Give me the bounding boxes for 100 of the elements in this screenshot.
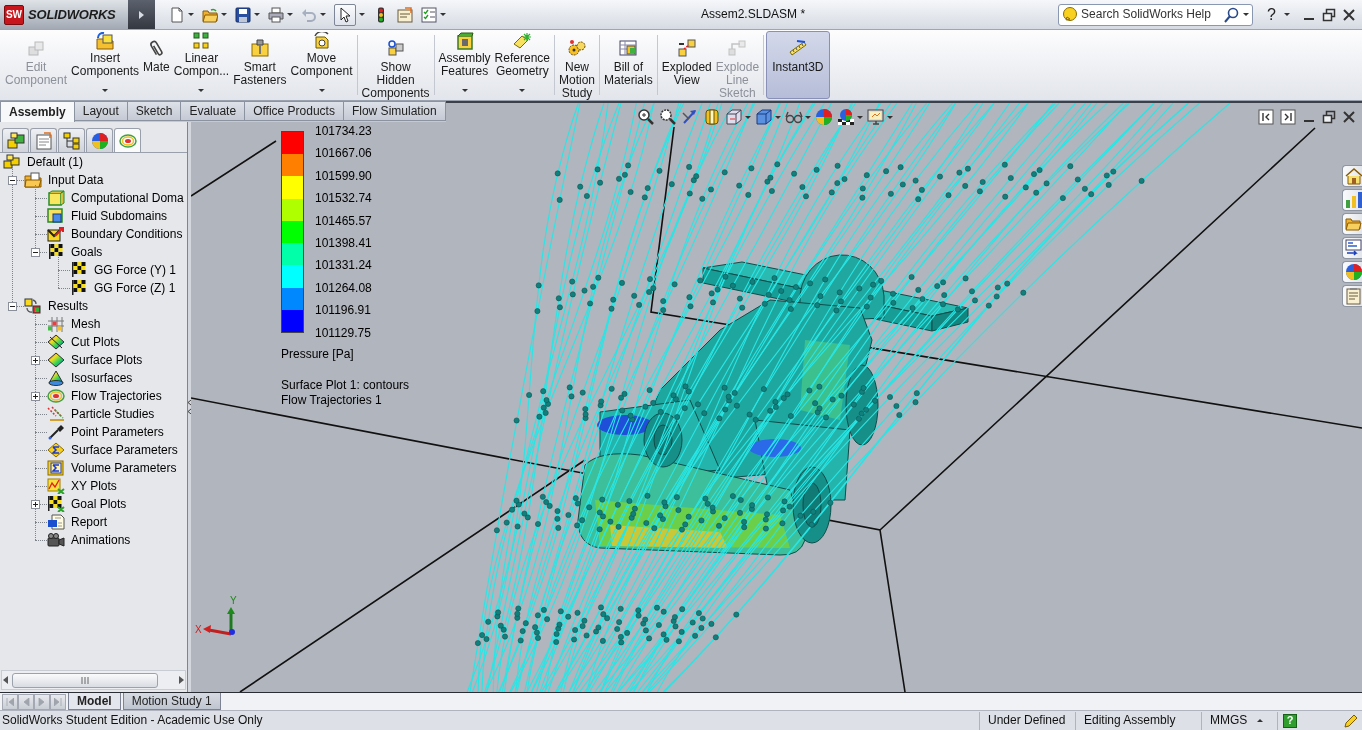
caret-icon[interactable] — [188, 13, 194, 16]
collapse-arrow-icon[interactable] — [188, 400, 191, 414]
tree-item[interactable]: Computational Doma — [71, 190, 184, 206]
restore-button[interactable] — [1322, 110, 1336, 124]
caret-icon[interactable] — [1243, 13, 1250, 16]
tree-item[interactable]: Surface Parameters — [71, 442, 178, 458]
sheet-tab[interactable]: Motion Study 1 — [122, 693, 221, 710]
search-icon[interactable] — [1224, 6, 1241, 23]
folder-icon[interactable] — [202, 6, 218, 23]
command-tab[interactable]: Sketch — [127, 101, 182, 121]
sheet-tab[interactable]: Model — [68, 693, 121, 710]
cube-icon[interactable] — [725, 108, 743, 126]
tree-item[interactable]: Cut Plots — [71, 334, 120, 350]
cylinder-icon[interactable] — [703, 108, 721, 126]
reference-geometry-button[interactable]: Reference Geometry — [492, 31, 552, 99]
command-tab[interactable]: Evaluate — [181, 101, 246, 121]
panel-tab[interactable] — [2, 128, 29, 152]
task-pane-tab[interactable] — [1342, 285, 1362, 307]
tree-item[interactable]: Animations — [71, 532, 131, 548]
cursor-icon[interactable] — [334, 3, 356, 26]
tree-item[interactable]: GG Force (Z) 1 — [94, 280, 176, 296]
tree-item[interactable]: Input Data — [48, 172, 104, 188]
close-button[interactable] — [1342, 7, 1356, 22]
task-pane-tab[interactable] — [1342, 261, 1362, 283]
tree-item[interactable]: Results — [48, 298, 88, 314]
magnifier-icon[interactable] — [659, 108, 677, 126]
command-tab[interactable]: Assembly — [0, 101, 75, 122]
caret-icon[interactable] — [775, 115, 781, 119]
insert-components-button[interactable]: Insert Components — [69, 31, 142, 99]
tree-item[interactable]: Fluid Subdomains — [71, 208, 168, 224]
help-menu-button[interactable]: ? — [1265, 4, 1278, 25]
expand-button[interactable] — [30, 391, 40, 401]
caret-icon[interactable] — [440, 13, 446, 16]
checklist-icon[interactable] — [421, 6, 437, 23]
tile-left-button[interactable] — [1258, 109, 1274, 125]
caret-icon[interactable] — [221, 13, 227, 16]
tree-item[interactable]: Goal Plots — [71, 496, 127, 512]
mate-button[interactable]: Mate — [141, 31, 172, 99]
caret-icon[interactable] — [287, 13, 293, 16]
tree-item[interactable]: Mesh — [71, 316, 101, 332]
menu-flyout-button[interactable] — [128, 0, 155, 29]
cube-icon[interactable] — [755, 108, 773, 126]
tree-item[interactable]: Particle Studies — [71, 406, 155, 422]
magnifier-icon[interactable] — [637, 108, 655, 126]
tree-item[interactable]: GG Force (Y) 1 — [94, 262, 176, 278]
monitor-icon[interactable] — [867, 108, 885, 126]
task-pane-tab[interactable] — [1342, 189, 1362, 211]
units-menu[interactable]: MMGS — [1210, 713, 1248, 728]
move-component-button[interactable]: Move Component — [288, 31, 355, 99]
caret-icon[interactable] — [359, 13, 365, 16]
tree-item[interactable]: Report — [71, 514, 108, 530]
tree-item[interactable]: Boundary Conditions — [71, 226, 183, 242]
printer-icon[interactable] — [268, 6, 284, 23]
new-motion-study-button[interactable]: New Motion Study — [557, 31, 597, 99]
panel-tab[interactable] — [58, 128, 85, 152]
search-field[interactable]: Search SolidWorks Help — [1058, 3, 1254, 26]
assembly-features-button[interactable]: Assembly Features — [436, 31, 493, 99]
pencil-icon[interactable] — [1344, 713, 1358, 728]
horizontal-scrollbar[interactable] — [1, 670, 186, 690]
command-tab[interactable]: Office Products — [245, 101, 344, 121]
caret-icon[interactable] — [857, 115, 863, 119]
arrow-icon[interactable] — [681, 108, 699, 126]
panel-tab[interactable] — [114, 128, 141, 152]
caret-icon[interactable] — [1284, 13, 1290, 16]
exploded-view-button[interactable]: Exploded View — [659, 31, 714, 99]
close-button[interactable] — [1342, 110, 1356, 124]
instant3d-button[interactable]: Instant3D — [766, 31, 830, 99]
bill-of-materials-button[interactable]: Bill of Materials — [602, 31, 655, 99]
left-arrow-icon[interactable] — [2, 675, 10, 685]
expand-button[interactable] — [30, 499, 40, 509]
collapse-button[interactable] — [30, 247, 40, 257]
right-arrow-icon[interactable] — [177, 675, 185, 685]
caret-icon[interactable] — [1257, 719, 1264, 722]
caret-icon[interactable] — [254, 13, 260, 16]
sphere-icon[interactable] — [837, 108, 855, 126]
task-pane-tab[interactable] — [1342, 213, 1362, 235]
smart-fasteners-button[interactable]: Smart Fasteners — [231, 31, 289, 99]
tree-item[interactable]: Surface Plots — [71, 352, 143, 368]
tree-item[interactable]: Volume Parameters — [71, 460, 177, 476]
tree-item[interactable]: Flow Trajectories — [71, 388, 162, 404]
caret-icon[interactable] — [745, 115, 751, 119]
document-icon[interactable] — [397, 6, 413, 23]
tile-right-button[interactable] — [1280, 109, 1296, 125]
collapse-button[interactable] — [7, 301, 17, 311]
tree-item[interactable]: Point Parameters — [71, 424, 164, 440]
expand-button[interactable] — [30, 355, 40, 365]
panel-tab[interactable] — [30, 128, 57, 152]
tree-item[interactable]: Default (1) — [27, 154, 84, 170]
task-pane-tab[interactable] — [1342, 165, 1362, 187]
caret-icon[interactable] — [805, 115, 811, 119]
command-tab[interactable]: Flow Simulation — [343, 101, 446, 121]
tree-item[interactable]: Goals — [71, 244, 103, 260]
page-icon[interactable] — [169, 6, 185, 23]
tree-item[interactable]: XY Plots — [71, 478, 117, 494]
tree-item[interactable]: Isosurfaces — [71, 370, 133, 386]
restore-button[interactable] — [1322, 7, 1336, 22]
caret-icon[interactable] — [887, 115, 893, 119]
panel-tab[interactable] — [86, 128, 113, 152]
task-pane-tab[interactable] — [1342, 237, 1362, 259]
command-tab[interactable]: Layout — [74, 101, 128, 121]
